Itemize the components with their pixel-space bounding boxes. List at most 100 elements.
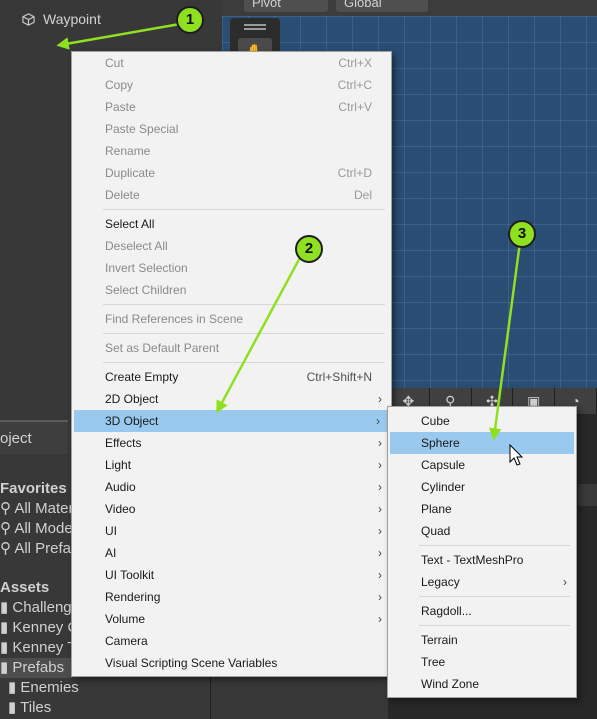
menu-item-paste[interactable]: Paste Ctrl+V (72, 96, 391, 118)
menu-item-audio[interactable]: Audio › (72, 476, 391, 498)
menu-item-visual-scripting-scene-variables[interactable]: Visual Scripting Scene Variables (72, 652, 391, 674)
menu-item-plane[interactable]: Plane (388, 498, 576, 520)
menu-item-effects[interactable]: Effects › (72, 432, 391, 454)
menu-item-ai[interactable]: AI › (72, 542, 391, 564)
menu-item-label: Rendering (105, 590, 161, 604)
menu-item-tree[interactable]: Tree (388, 651, 576, 673)
hierarchy-item-waypoint[interactable]: Waypoint (22, 9, 101, 29)
menu-item-shortcut: Ctrl+X (338, 56, 372, 70)
submenu-arrow-icon: › (378, 502, 382, 516)
menu-separator (103, 304, 385, 305)
menu-item-invert-selection[interactable]: Invert Selection (72, 257, 391, 279)
assets-header[interactable]: Assets (0, 578, 49, 598)
submenu-arrow-icon: › (378, 568, 382, 582)
menu-item-sphere[interactable]: Sphere (390, 432, 574, 454)
menu-item-terrain[interactable]: Terrain (388, 629, 576, 651)
menu-item-rendering[interactable]: Rendering › (72, 586, 391, 608)
menu-item-shortcut: Ctrl+D (337, 166, 372, 180)
menu-item-create-empty[interactable]: Create Empty Ctrl+Shift+N (72, 366, 391, 388)
menu-item-light[interactable]: Light › (72, 454, 391, 476)
folder-item[interactable]: ▮ Tiles (8, 698, 51, 718)
menu-item-label: Duplicate (105, 166, 156, 180)
menu-item-label: Delete (105, 188, 140, 202)
folder-item[interactable]: ▮ Challeng (0, 598, 72, 618)
step-badge-1: 1 (176, 6, 204, 34)
menu-item-video[interactable]: Video › (72, 498, 391, 520)
menu-item-label: Video (105, 502, 136, 516)
menu-item-shortcut: Ctrl+C (337, 78, 372, 92)
menu-item-label: Audio (105, 480, 136, 494)
menu-item-text-textmeshpro[interactable]: Text - TextMeshPro (388, 549, 576, 571)
submenu-arrow-icon: › (378, 436, 382, 450)
menu-separator (419, 625, 570, 626)
menu-item-select-children[interactable]: Select Children (72, 279, 391, 301)
favorites-header[interactable]: Favorites (0, 479, 67, 499)
menu-item-volume[interactable]: Volume › (72, 608, 391, 630)
context-menu: Cut Ctrl+X Copy Ctrl+C Paste Ctrl+V Paste Spec… (71, 51, 392, 677)
menu-separator (103, 209, 385, 210)
menu-item-label: Create Empty (105, 370, 179, 384)
menu-item-ui-toolkit[interactable]: UI Toolkit › (72, 564, 391, 586)
submenu-arrow-icon: › (378, 392, 382, 406)
overlay-grip-icon[interactable] (244, 24, 266, 26)
folder-item[interactable]: ▮ Kenney C (0, 618, 78, 638)
menu-item-cube[interactable]: Cube (388, 410, 576, 432)
menu-item-2d-object[interactable]: 2D Object › (72, 388, 391, 410)
3d-object-submenu: Cube Sphere Capsule Cylinder Plane Quad Text -… (387, 406, 577, 698)
submenu-arrow-icon: › (378, 612, 382, 626)
menu-item-set-as-default-parent[interactable]: Set as Default Parent (72, 337, 391, 359)
menu-item-ui[interactable]: UI › (72, 520, 391, 542)
menu-item-label: Select Children (105, 283, 187, 297)
submenu-arrow-icon: › (378, 590, 382, 604)
menu-item-cylinder[interactable]: Cylinder (388, 476, 576, 498)
menu-item-camera[interactable]: Camera (72, 630, 391, 652)
menu-item-label: Plane (421, 502, 452, 516)
folder-item[interactable]: ▮ Kenney T (0, 638, 76, 658)
menu-item-wind-zone[interactable]: Wind Zone (388, 673, 576, 695)
favorites-item[interactable]: ⚲ All Mater (0, 499, 74, 519)
global-dropdown[interactable]: Global (336, 0, 428, 12)
menu-item-cut[interactable]: Cut Ctrl+X (72, 52, 391, 74)
menu-item-shortcut: Del (353, 188, 372, 202)
menu-item-shortcut: Ctrl+V (338, 100, 372, 114)
folder-item-selected[interactable]: ▮ Prefabs (0, 658, 72, 678)
menu-item-paste-special[interactable]: Paste Special (72, 118, 391, 140)
menu-item-label: Terrain (421, 633, 458, 647)
menu-item-select-all[interactable]: Select All (72, 213, 391, 235)
pivot-dropdown[interactable]: Pivot (244, 0, 328, 12)
menu-item-find-references-in-scene[interactable]: Find References in Scene (72, 308, 391, 330)
menu-item-duplicate[interactable]: Duplicate Ctrl+D (72, 162, 391, 184)
favorites-item[interactable]: ⚲ All Mode (0, 519, 73, 539)
menu-item-label: Invert Selection (105, 261, 188, 275)
submenu-arrow-icon: › (378, 458, 382, 472)
menu-item-label: Deselect All (105, 239, 168, 253)
menu-item-label: Camera (105, 634, 148, 648)
menu-item-label: Effects (105, 436, 142, 450)
menu-item-3d-object[interactable]: 3D Object › (74, 410, 389, 432)
step-badge-2: 2 (295, 235, 323, 263)
project-tab-label: oject (0, 430, 32, 447)
submenu-arrow-icon: › (376, 414, 380, 428)
menu-item-capsule[interactable]: Capsule (388, 454, 576, 476)
menu-item-label: UI (105, 524, 117, 538)
menu-item-quad[interactable]: Quad (388, 520, 576, 542)
submenu-arrow-icon: › (563, 575, 567, 589)
menu-item-label: Wind Zone (421, 677, 480, 691)
menu-item-label: Volume (105, 612, 146, 626)
menu-separator (419, 596, 570, 597)
menu-item-label: Paste (105, 100, 136, 114)
menu-item-label: 3D Object (105, 414, 159, 428)
menu-item-delete[interactable]: Delete Del (72, 184, 391, 206)
menu-item-deselect-all[interactable]: Deselect All (72, 235, 391, 257)
menu-item-label: Select All (105, 217, 155, 231)
menu-item-label: Sphere (421, 436, 460, 450)
menu-item-copy[interactable]: Copy Ctrl+C (72, 74, 391, 96)
project-tab[interactable]: oject (0, 420, 68, 456)
folder-item[interactable]: ▮ Enemies (8, 678, 79, 698)
menu-item-rename[interactable]: Rename (72, 140, 391, 162)
menu-item-ragdoll[interactable]: Ragdoll... (388, 600, 576, 622)
menu-item-legacy[interactable]: Legacy › (388, 571, 576, 593)
favorites-item[interactable]: ⚲ All Prefa (0, 539, 71, 559)
menu-item-label: Cube (421, 414, 450, 428)
panel-strip (578, 484, 597, 506)
